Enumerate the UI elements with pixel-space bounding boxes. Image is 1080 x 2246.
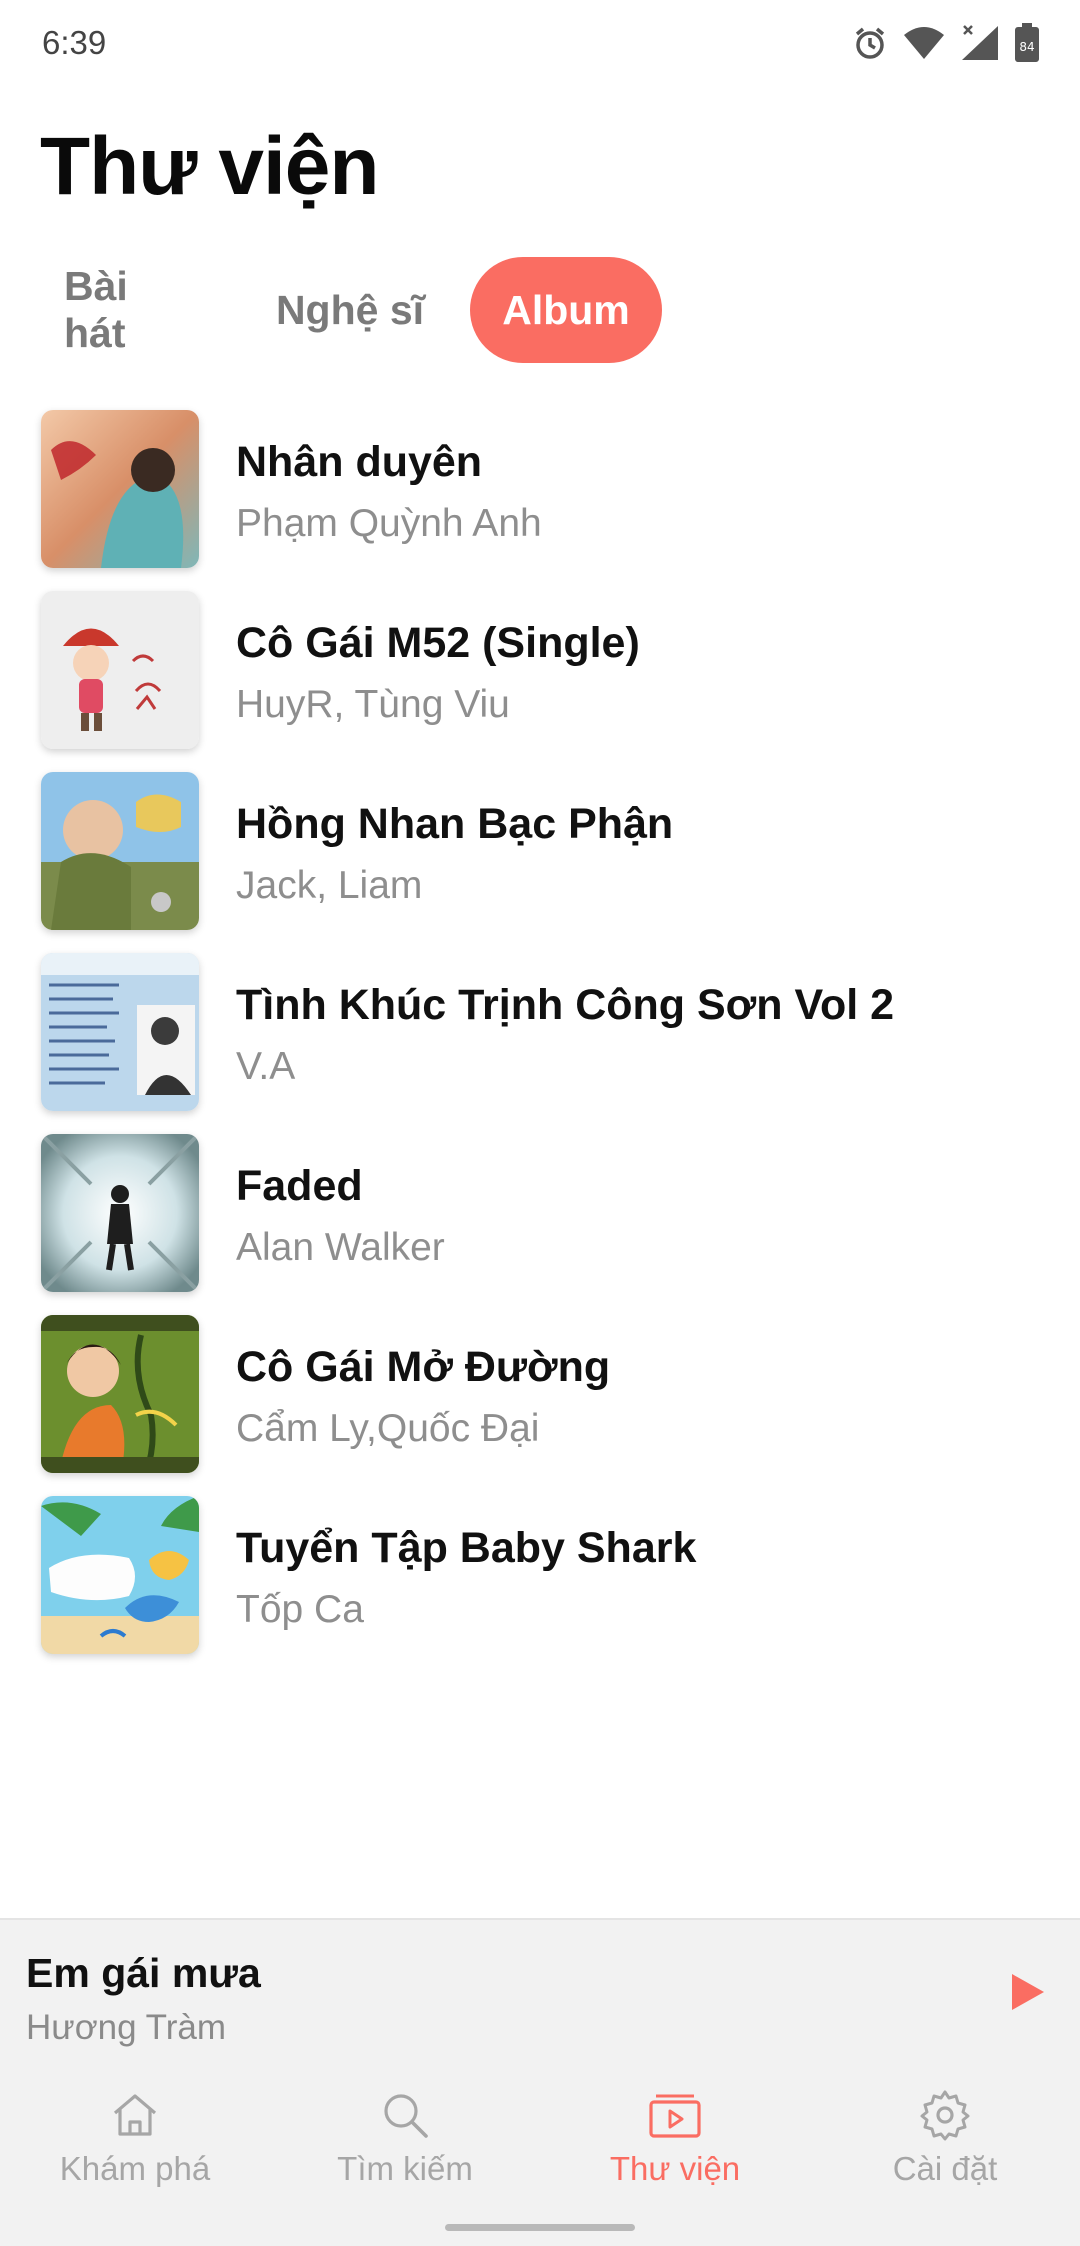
album-artist: HuyR, Tùng Viu (236, 683, 510, 726)
nav-label: Khám phá (59, 2150, 211, 2187)
battery-icon: 84 (1014, 23, 1040, 63)
nav-label: Thư viện (609, 2150, 741, 2187)
album-title: Nhân duyên (236, 438, 483, 486)
album-list: Nhân duyên Phạm Quỳnh Anh Cô Gái M52 (Si… (0, 410, 1080, 1677)
bottom-nav: Khám phá Tìm kiếm Thư viện Cài đặt (0, 2058, 1080, 2246)
list-item[interactable]: Cô Gái Mở Đường Cẩm Ly,Quốc Đại (0, 1315, 1080, 1496)
album-title: Hồng Nhan Bạc Phận (236, 800, 674, 848)
list-item[interactable]: Hồng Nhan Bạc Phận Jack, Liam (0, 772, 1080, 953)
signal-icon (960, 24, 1000, 62)
album-artist: Cẩm Ly,Quốc Đại (236, 1407, 540, 1450)
list-item[interactable]: Faded Alan Walker (0, 1134, 1080, 1315)
battery-level: 84 (1019, 40, 1034, 54)
status-bar: 6:39 4 84 (0, 0, 1080, 86)
tab-artists[interactable]: Nghệ sĩ (240, 257, 460, 363)
nav-item-settings[interactable]: Cài đặt (810, 2058, 1080, 2246)
album-cover (41, 953, 199, 1111)
now-playing-artist: Hương Tràm (26, 2008, 227, 2047)
album-cover (41, 410, 199, 568)
page-title: Thư viện (40, 121, 379, 212)
album-cover (41, 1134, 199, 1292)
home-indicator[interactable] (445, 2224, 635, 2231)
tab-albums[interactable]: Album (470, 257, 662, 363)
list-item[interactable]: Nhân duyên Phạm Quỳnh Anh (0, 410, 1080, 591)
svg-text:4: 4 (932, 47, 940, 61)
nav-label: Cài đặt (892, 2150, 998, 2187)
album-cover (41, 772, 199, 930)
search-icon (384, 2094, 428, 2138)
album-artist: Phạm Quỳnh Anh (236, 502, 542, 545)
status-time: 6:39 (42, 24, 107, 61)
library-icon (649, 2094, 701, 2138)
play-icon[interactable] (1004, 1970, 1048, 2014)
nav-item-library[interactable]: Thư viện (540, 2058, 810, 2246)
nav-label: Tìm kiếm (337, 2150, 473, 2187)
album-cover (41, 591, 199, 749)
alarm-icon (852, 25, 888, 61)
album-title: Tuyển Tập Baby Shark (236, 1524, 697, 1572)
mini-player[interactable]: Em gái mưa Hương Tràm (0, 1918, 1080, 2058)
gear-icon (920, 2090, 970, 2141)
list-item[interactable]: Tuyển Tập Baby Shark Tốp Ca (0, 1496, 1080, 1677)
wifi-icon: 4 (902, 25, 946, 61)
album-cover (41, 1315, 199, 1473)
album-title: Cô Gái Mở Đường (236, 1343, 611, 1391)
library-tabs: Bài hát Nghệ sĩ Album (40, 257, 662, 363)
home-icon (113, 2094, 157, 2136)
album-artist: Alan Walker (236, 1226, 445, 1269)
list-item[interactable]: Cô Gái M52 (Single) HuyR, Tùng Viu (0, 591, 1080, 772)
tab-songs[interactable]: Bài hát (40, 257, 220, 363)
nav-item-explore[interactable]: Khám phá (0, 2058, 270, 2246)
album-artist: V.A (236, 1045, 296, 1088)
album-title: Cô Gái M52 (Single) (236, 619, 640, 667)
list-item[interactable]: Tình Khúc Trịnh Công Sơn Vol 2 V.A (0, 953, 1080, 1134)
now-playing-title: Em gái mưa (26, 1950, 261, 1996)
album-title: Faded (236, 1162, 363, 1210)
album-cover (41, 1496, 199, 1654)
nav-item-search[interactable]: Tìm kiếm (270, 2058, 540, 2246)
status-icons: 4 84 (852, 23, 1040, 63)
album-artist: Jack, Liam (236, 864, 423, 907)
album-title: Tình Khúc Trịnh Công Sơn Vol 2 (236, 981, 895, 1029)
album-artist: Tốp Ca (236, 1588, 364, 1631)
